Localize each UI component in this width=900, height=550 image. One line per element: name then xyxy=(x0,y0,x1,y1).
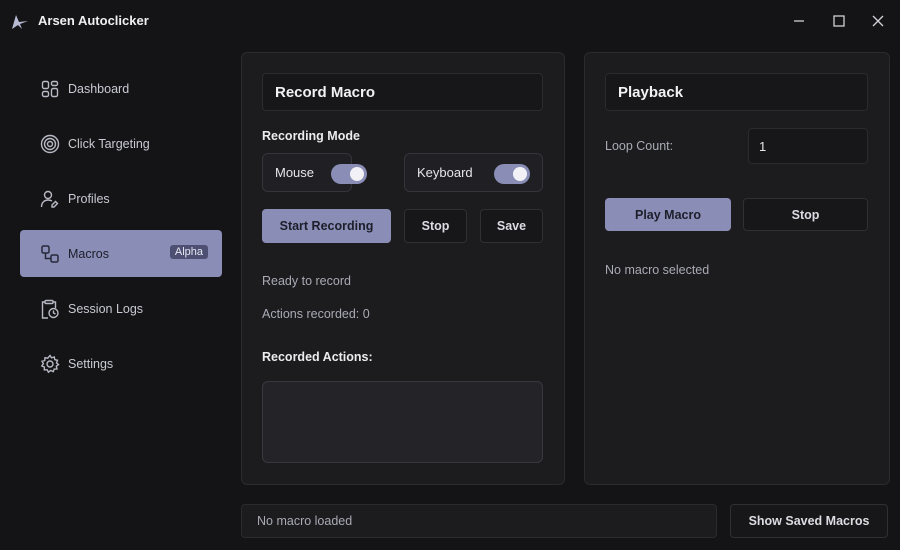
sidebar-item-click-targeting[interactable]: Click Targeting xyxy=(20,120,222,167)
dashboard-icon xyxy=(40,79,60,99)
recording-mode-label: Recording Mode xyxy=(262,129,360,143)
recorded-actions-list[interactable] xyxy=(262,381,543,463)
keyboard-switch[interactable] xyxy=(494,164,530,184)
mouse-switch[interactable] xyxy=(331,164,367,184)
profile-icon xyxy=(40,189,60,209)
recorded-actions-label: Recorded Actions: xyxy=(262,350,373,364)
app-title: Arsen Autoclicker xyxy=(38,13,149,28)
sidebar-item-label: Click Targeting xyxy=(68,136,150,151)
sidebar-item-macros[interactable]: Macros Alpha xyxy=(20,230,222,277)
sidebar-item-settings[interactable]: Settings xyxy=(20,340,222,387)
record-macro-panel: Record Macro Recording Mode Mouse Keyboa… xyxy=(241,52,565,485)
mouse-toggle-label: Mouse xyxy=(275,165,315,180)
maximize-icon[interactable] xyxy=(829,11,849,31)
session-logs-icon xyxy=(40,299,60,319)
minimize-icon[interactable] xyxy=(789,11,809,31)
recording-status: Ready to record xyxy=(262,274,351,288)
loop-count-input[interactable]: 1 xyxy=(748,128,868,164)
keyboard-toggle[interactable]: Keyboard xyxy=(404,153,543,192)
sidebar: Dashboard Click Targeting Profiles Macro… xyxy=(20,65,222,395)
mouse-toggle[interactable]: Mouse xyxy=(262,153,367,192)
sidebar-item-label: Settings xyxy=(68,356,114,371)
record-macro-title: Record Macro xyxy=(262,73,543,111)
stop-recording-button[interactable]: Stop xyxy=(404,209,467,243)
save-macro-button[interactable]: Save xyxy=(480,209,543,243)
loop-count-label: Loop Count: xyxy=(605,139,674,153)
playback-status: No macro selected xyxy=(605,263,710,277)
sidebar-item-profiles[interactable]: Profiles xyxy=(20,175,222,222)
actions-recorded-count: Actions recorded: 0 xyxy=(262,307,370,321)
close-icon[interactable] xyxy=(868,11,888,31)
sidebar-item-label: Macros xyxy=(68,246,109,261)
gear-icon xyxy=(40,353,60,374)
play-macro-button[interactable]: Play Macro xyxy=(605,198,731,231)
keyboard-toggle-label: Keyboard xyxy=(417,165,473,180)
playback-panel: Playback Loop Count: 1 Play Macro Stop N… xyxy=(584,52,890,485)
start-recording-button[interactable]: Start Recording xyxy=(262,209,391,243)
app-window: Arsen Autoclicker Dashboard Click Target… xyxy=(0,0,900,550)
sidebar-item-label: Session Logs xyxy=(68,301,144,316)
show-saved-macros-button[interactable]: Show Saved Macros xyxy=(730,504,888,538)
sidebar-item-label: Profiles xyxy=(68,191,110,206)
sidebar-item-session-logs[interactable]: Session Logs xyxy=(20,285,222,332)
app-logo-icon xyxy=(10,12,30,32)
macros-icon xyxy=(40,244,60,264)
sidebar-item-label: Dashboard xyxy=(68,81,130,96)
macro-status-bar: No macro loaded xyxy=(241,504,717,538)
playback-title: Playback xyxy=(605,73,868,111)
sidebar-item-dashboard[interactable]: Dashboard xyxy=(20,65,222,112)
alpha-badge: Alpha xyxy=(169,245,208,259)
target-icon xyxy=(40,134,60,154)
stop-playback-button[interactable]: Stop xyxy=(743,198,868,231)
title-bar: Arsen Autoclicker xyxy=(0,0,900,42)
